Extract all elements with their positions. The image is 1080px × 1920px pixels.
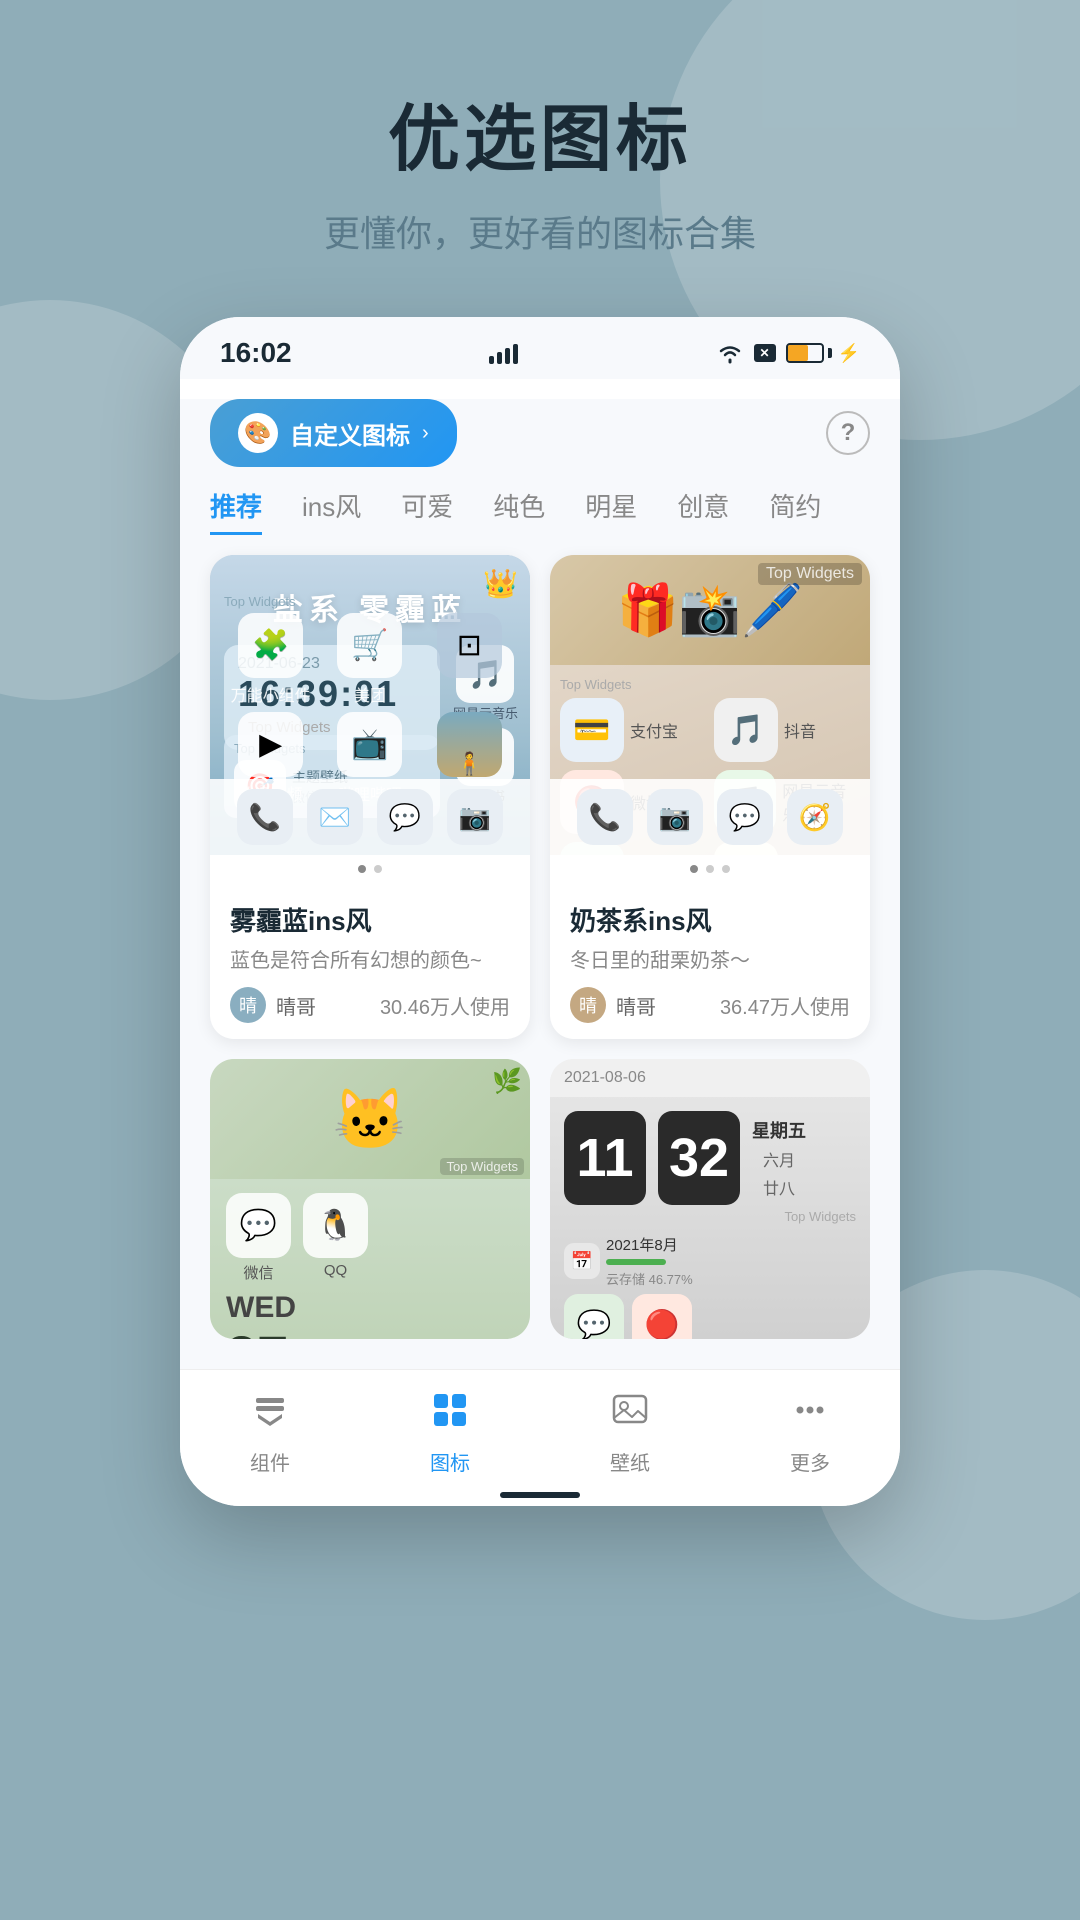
nav-more[interactable]: 更多 — [790, 1390, 830, 1476]
tab-bar: 推荐 ins风 可爱 纯色 明星 创意 简约 — [210, 477, 870, 535]
dock-camera: 📷 — [447, 789, 503, 845]
card1-app-scan: ⊡ — [423, 613, 516, 706]
bc2-min: 32 — [669, 1127, 729, 1189]
card2-preview: 🎁📸🖊️ Top Widgets Top Widgets 💳 支付宝 — [550, 555, 870, 855]
nav-icons-label: 图标 — [430, 1447, 470, 1476]
custom-icon-circle: 🎨 — [238, 413, 278, 453]
tab-cute[interactable]: 可爱 — [401, 487, 453, 535]
card2-users: 36.47万人使用 — [720, 991, 850, 1020]
card2-dock: 📞 📷 💬 🧭 — [550, 779, 870, 855]
bottom-card-2[interactable]: 2021-08-06 11 32 星期五 六 — [550, 1059, 870, 1339]
dock2-camera: 📷 — [647, 789, 703, 845]
tab-recommend[interactable]: 推荐 — [210, 487, 262, 535]
card2-avatar: 晴 — [570, 987, 606, 1023]
nav-more-icon — [790, 1390, 830, 1439]
dock-mail: ✉️ — [307, 789, 363, 845]
dock2-message: 💬 — [717, 789, 773, 845]
dock2-phone: 📞 — [577, 789, 633, 845]
battery-icon: ⚡ — [786, 343, 860, 364]
dock-phone: 📞 — [237, 789, 293, 845]
card2-author: 晴哥 — [616, 991, 656, 1020]
card1-info: 雾霾蓝ins风 蓝色是符合所有幻想的颜色~ 晴 晴哥 30.46万人使用 — [210, 883, 530, 1039]
nav-wallpaper-icon — [610, 1390, 650, 1439]
nav-widgets[interactable]: 组件 — [250, 1390, 290, 1476]
status-time: 16:02 — [220, 337, 292, 369]
bc2-hour: 11 — [576, 1127, 633, 1189]
card1-app-meituan: 🛒 美团 — [323, 613, 416, 706]
bc1-preview: 🐱 🌿 Top Widgets 💬 微信 🐧 — [210, 1059, 530, 1339]
phone-shell: 16:02 ✕ — [180, 317, 900, 1506]
signal-icon — [489, 342, 518, 364]
tab-creative[interactable]: 创意 — [677, 487, 729, 535]
tab-pure[interactable]: 纯色 — [493, 487, 545, 535]
card1-preview: 👑 盐系 零霾蓝 2021-06-23 16:39:01 Top Widgets — [210, 555, 530, 855]
tab-ins[interactable]: ins风 — [302, 487, 361, 535]
help-button[interactable]: ? — [826, 411, 870, 455]
card1-desc: 蓝色是符合所有幻想的颜色~ — [230, 944, 510, 973]
tab-simple[interactable]: 简约 — [769, 487, 821, 535]
nav-icons-icon — [430, 1390, 470, 1439]
status-icons: ✕ ⚡ — [716, 342, 860, 364]
nav-more-label: 更多 — [790, 1447, 830, 1476]
card1-users: 30.46万人使用 — [380, 991, 510, 1020]
card1-avatar: 晴 — [230, 987, 266, 1023]
card1-dock: 📞 ✉️ 💬 📷 — [210, 779, 530, 855]
bc2-weekday: 星期五 — [752, 1117, 806, 1143]
bc2-lunar2: 廿八 — [763, 1175, 795, 1199]
custom-icon-arrow: › — [422, 422, 429, 445]
card1-dots — [210, 855, 530, 883]
cards-grid: 👑 盐系 零霾蓝 2021-06-23 16:39:01 Top Widgets — [210, 555, 870, 1059]
status-bar: 16:02 ✕ — [180, 317, 900, 379]
custom-icon-button[interactable]: 🎨 自定义图标 › — [210, 399, 457, 467]
bottom-card-1[interactable]: 🐱 🌿 Top Widgets 💬 微信 🐧 — [210, 1059, 530, 1339]
dock2-compass: 🧭 — [787, 789, 843, 845]
bc2-lunar1: 六月 — [763, 1147, 795, 1171]
nav-widgets-label: 组件 — [250, 1447, 290, 1476]
card2-name: 奶茶系ins风 — [570, 901, 850, 938]
bc2-preview: 2021-08-06 11 32 星期五 六 — [550, 1059, 870, 1339]
nav-widgets-icon — [250, 1390, 290, 1439]
bc2-date: 2021-08-06 — [564, 1069, 856, 1087]
card2-desc: 冬日里的甜栗奶茶～ — [570, 944, 850, 973]
nav-wallpaper[interactable]: 壁纸 — [610, 1390, 650, 1476]
bc1-day-label: WED — [226, 1291, 514, 1325]
card-misty-blue[interactable]: 👑 盐系 零霾蓝 2021-06-23 16:39:01 Top Widgets — [210, 555, 530, 1039]
wifi-icon — [716, 342, 744, 364]
page-subtitle: 更懂你，更好看的图标合集 — [324, 205, 756, 257]
card-milktea[interactable]: 🎁📸🖊️ Top Widgets Top Widgets 💳 支付宝 — [550, 555, 870, 1039]
tab-star[interactable]: 明星 — [585, 487, 637, 535]
bc1-day-num: 27 — [226, 1325, 514, 1339]
page-title: 优选图标 — [388, 80, 692, 185]
sim-icon: ✕ — [754, 344, 776, 362]
card1-app-widgets: 🧩 万能小组件 — [224, 613, 317, 706]
nav-indicator — [500, 1492, 580, 1498]
nav-wallpaper-label: 壁纸 — [610, 1447, 650, 1476]
card1-author: 晴哥 — [276, 991, 316, 1020]
top-widgets-2: Top Widgets — [758, 563, 862, 585]
nav-icons[interactable]: 图标 — [430, 1390, 470, 1476]
dock-message: 💬 — [377, 789, 433, 845]
phone-content: 🎨 自定义图标 › ? 推荐 ins风 可爱 纯色 明星 创意 简约 — [180, 399, 900, 1369]
card1-meta: 晴 晴哥 30.46万人使用 — [230, 987, 510, 1023]
custom-icon-label: 自定义图标 — [290, 416, 410, 451]
custom-icon-bar: 🎨 自定义图标 › ? — [210, 399, 870, 467]
bottom-cards: 🐱 🌿 Top Widgets 💬 微信 🐧 — [210, 1059, 870, 1369]
card2-meta: 晴 晴哥 36.47万人使用 — [570, 987, 850, 1023]
card2-info: 奶茶系ins风 冬日里的甜栗奶茶～ 晴 晴哥 36.47万人使用 — [550, 883, 870, 1039]
card1-name: 雾霾蓝ins风 — [230, 901, 510, 938]
bottom-nav: 组件 图标 — [180, 1369, 900, 1506]
card2-dots — [550, 855, 870, 883]
